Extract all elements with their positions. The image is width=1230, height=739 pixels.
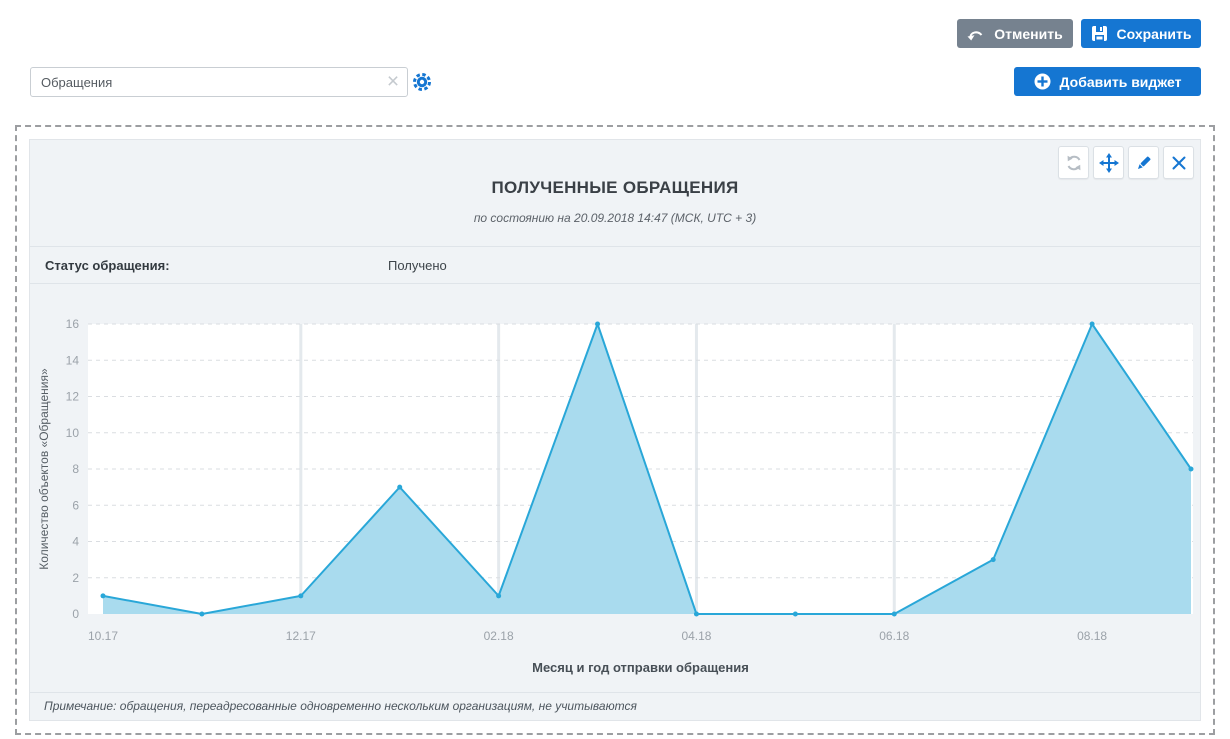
svg-text:Количество объектов «Обращения: Количество объектов «Обращения» xyxy=(37,368,51,570)
undo-icon xyxy=(967,27,985,41)
close-icon xyxy=(1171,155,1187,171)
svg-text:12.17: 12.17 xyxy=(286,629,316,643)
save-button-label: Сохранить xyxy=(1117,26,1192,42)
settings-gear-icon[interactable] xyxy=(412,72,432,92)
svg-text:8: 8 xyxy=(72,462,79,476)
widget-title: ПОЛУЧЕННЫЕ ОБРАЩЕНИЯ xyxy=(30,178,1200,198)
widget-name-input[interactable] xyxy=(31,75,379,90)
cancel-button-label: Отменить xyxy=(994,26,1062,42)
svg-text:2: 2 xyxy=(72,571,79,585)
svg-text:02.18: 02.18 xyxy=(484,629,514,643)
svg-text:4: 4 xyxy=(72,535,79,549)
area-chart: 0 2 4 6 8 10 12 14 16 10.17 12.17 02.18 04.18 06.18 08… xyxy=(30,304,1202,684)
svg-text:04.18: 04.18 xyxy=(681,629,711,643)
refresh-button[interactable] xyxy=(1058,146,1089,179)
pencil-icon xyxy=(1135,154,1153,172)
svg-text:16: 16 xyxy=(66,317,80,331)
widget-received-requests: ПОЛУЧЕННЫЕ ОБРАЩЕНИЯ по состоянию на 20.… xyxy=(29,139,1201,721)
svg-text:6: 6 xyxy=(72,498,79,512)
svg-text:12: 12 xyxy=(66,390,80,404)
move-icon xyxy=(1099,153,1119,173)
refresh-icon xyxy=(1065,154,1083,172)
status-label: Статус обращения: xyxy=(30,258,170,273)
svg-text:0: 0 xyxy=(72,607,79,621)
svg-text:10: 10 xyxy=(66,426,80,440)
widget-editor-canvas: ПОЛУЧЕННЫЕ ОБРАЩЕНИЯ по состоянию на 20.… xyxy=(15,125,1215,735)
widget-subtitle: по состоянию на 20.09.2018 14:47 (МСК, U… xyxy=(30,211,1200,225)
widget-controls xyxy=(1058,146,1194,179)
add-widget-button[interactable]: Добавить виджет xyxy=(1014,67,1201,96)
svg-text:06.18: 06.18 xyxy=(879,629,909,643)
widget-name-field-wrap: × xyxy=(30,67,408,97)
status-row: Статус обращения: Получено xyxy=(30,246,1200,284)
add-widget-button-label: Добавить виджет xyxy=(1060,74,1182,90)
status-value: Получено xyxy=(388,258,447,273)
svg-text:14: 14 xyxy=(66,353,80,367)
save-icon xyxy=(1091,25,1108,42)
move-button[interactable] xyxy=(1093,146,1124,179)
plus-circle-icon xyxy=(1034,73,1051,90)
edit-button[interactable] xyxy=(1128,146,1159,179)
svg-text:10.17: 10.17 xyxy=(88,629,118,643)
widget-note: Примечание: обращения, переадресованные … xyxy=(30,692,1200,720)
save-button[interactable]: Сохранить xyxy=(1081,19,1201,48)
cancel-button[interactable]: Отменить xyxy=(957,19,1073,48)
svg-text:08.18: 08.18 xyxy=(1077,629,1107,643)
svg-text:Месяц и год отправки обращения: Месяц и год отправки обращения xyxy=(532,660,749,675)
close-button[interactable] xyxy=(1163,146,1194,179)
clear-input-icon[interactable]: × xyxy=(379,69,407,95)
